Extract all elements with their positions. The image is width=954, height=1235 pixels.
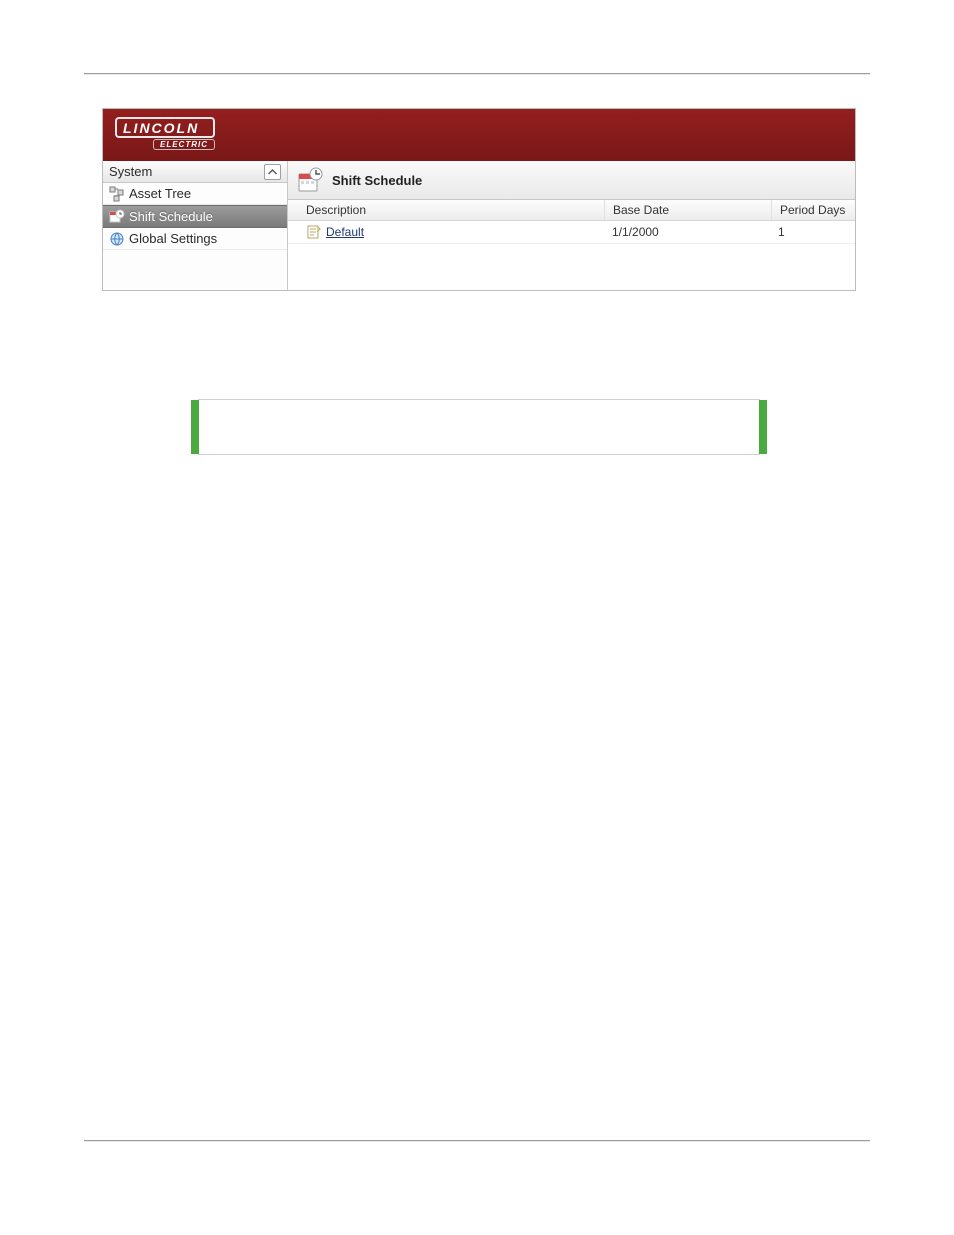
calendar-clock-icon <box>296 166 324 194</box>
table-row[interactable]: Default 1/1/2000 1 <box>288 221 855 244</box>
page-divider-top <box>84 73 870 75</box>
sidebar-item-label: Asset Tree <box>129 183 191 204</box>
sidebar-item-label: Global Settings <box>129 228 217 249</box>
sidebar-section-label: System <box>109 161 152 182</box>
sidebar-section-header[interactable]: System <box>103 161 287 183</box>
asset-tree-icon <box>109 186 125 202</box>
col-header-base-date[interactable]: Base Date <box>604 200 771 220</box>
schedule-row-icon <box>306 224 322 240</box>
sidebar-item-global-settings[interactable]: Global Settings <box>103 228 287 250</box>
sidebar-item-asset-tree[interactable]: Asset Tree <box>103 183 287 205</box>
col-header-period-days[interactable]: Period Days <box>771 200 855 220</box>
brand-logo-top: LINCOLN <box>115 117 215 138</box>
globe-icon <box>109 231 125 247</box>
page-divider-bottom <box>84 1140 870 1142</box>
page-title: Shift Schedule <box>332 173 422 188</box>
sidebar-item-label: Shift Schedule <box>129 206 213 227</box>
callout-box <box>198 399 760 455</box>
app-header: LINCOLN ELECTRIC <box>103 109 855 161</box>
row-period-days: 1 <box>770 225 855 239</box>
table-header-row: Description Base Date Period Days <box>288 200 855 221</box>
chevron-up-icon[interactable] <box>264 164 281 180</box>
brand-logo: LINCOLN ELECTRIC <box>115 117 215 154</box>
brand-logo-sub: ELECTRIC <box>153 139 215 150</box>
main-titlebar: Shift Schedule <box>288 161 855 200</box>
row-description-link[interactable]: Default <box>326 225 364 239</box>
row-base-date: 1/1/2000 <box>604 225 770 239</box>
col-header-description[interactable]: Description <box>288 200 604 220</box>
app-window: LINCOLN ELECTRIC System <box>102 108 856 291</box>
sidebar-item-shift-schedule[interactable]: Shift Schedule <box>103 205 287 228</box>
main-panel: Shift Schedule Description Base Date Per… <box>288 161 855 290</box>
sidebar: System Asset Tree <box>103 161 288 290</box>
calendar-clock-icon <box>109 209 125 225</box>
